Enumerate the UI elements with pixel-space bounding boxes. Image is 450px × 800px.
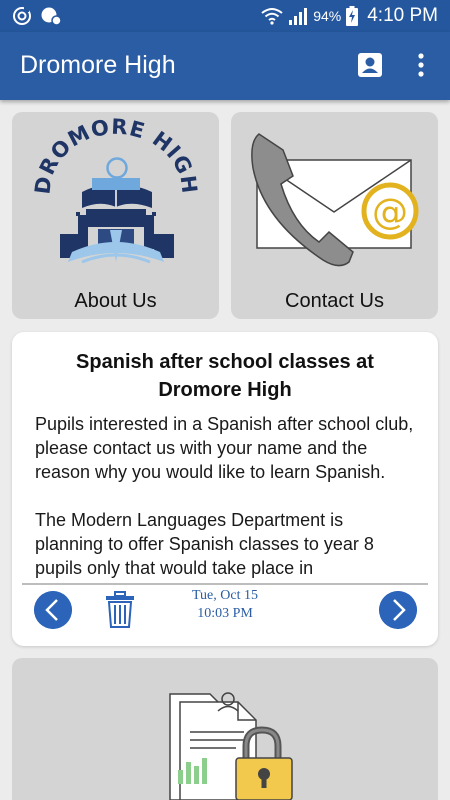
news-body[interactable]: Pupils interested in a Spanish after sch… xyxy=(35,412,414,582)
about-us-label: About Us xyxy=(74,290,157,312)
news-date: Tue, Oct 15 xyxy=(192,588,258,603)
app-title: Dromore High xyxy=(20,51,176,79)
battery-charging-icon xyxy=(346,6,359,26)
app-bar: Dromore High xyxy=(0,32,450,100)
signal-icon xyxy=(289,8,308,25)
contact-us-tile[interactable]: @ Contact Us xyxy=(231,112,438,319)
previous-button[interactable] xyxy=(34,591,72,629)
account-box-icon[interactable] xyxy=(357,52,383,78)
news-paragraph: Pupils interested in a Spanish after sch… xyxy=(35,414,414,482)
school-logo: DROMORE HIGH xyxy=(30,115,201,264)
svg-text:@: @ xyxy=(372,192,408,233)
delete-icon[interactable] xyxy=(104,591,136,629)
more-vert-icon[interactable] xyxy=(413,52,429,78)
contact-phone-mail-icon: @ xyxy=(251,133,419,267)
status-time: 4:10 PM xyxy=(367,5,438,26)
sync-notification-icon xyxy=(13,7,31,25)
secure-document-icon xyxy=(169,692,293,800)
wifi-icon xyxy=(261,8,283,25)
app-notification-icon xyxy=(41,7,62,26)
news-paragraph: The Modern Languages Department is plann… xyxy=(35,510,374,578)
battery-percent: 94% xyxy=(313,8,342,24)
about-us-tile[interactable]: DROMORE HIGH About Us xyxy=(12,112,219,319)
status-bar: 94% 4:10 PM xyxy=(0,0,450,32)
next-button[interactable] xyxy=(379,591,417,629)
news-title: Spanish after school classes at Dromore … xyxy=(76,351,374,401)
contact-us-label: Contact Us xyxy=(285,290,384,312)
card-divider xyxy=(22,583,428,585)
news-card: Spanish after school classes at Dromore … xyxy=(12,332,438,646)
news-time: 10:03 PM xyxy=(197,606,253,621)
documents-tile[interactable] xyxy=(12,658,438,800)
